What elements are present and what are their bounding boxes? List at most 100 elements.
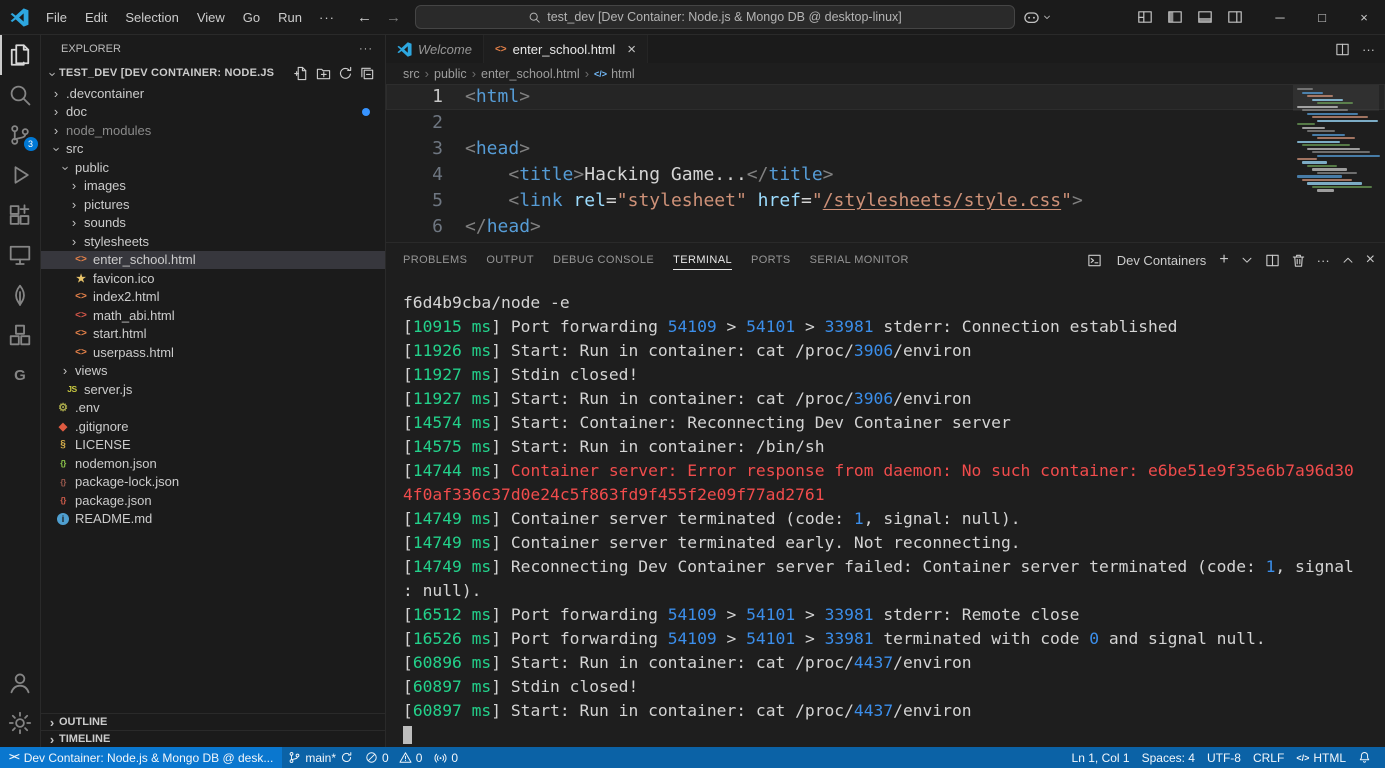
files-icon[interactable] — [0, 35, 41, 75]
tree-item-nodemon-json[interactable]: {}nodemon.json — [41, 454, 385, 473]
breadcrumb-public[interactable]: public — [434, 67, 467, 81]
forward-icon[interactable]: → — [386, 9, 401, 26]
collapse-all-icon[interactable] — [360, 66, 375, 81]
menu-edit[interactable]: Edit — [76, 0, 116, 34]
search-icon[interactable] — [0, 75, 41, 115]
terminal-dropdown-icon[interactable] — [1240, 253, 1254, 267]
tree-item-package-json[interactable]: {}package.json — [41, 491, 385, 510]
tree-item-start-html[interactable]: <>start.html — [41, 325, 385, 344]
status-bar: >< Dev Container: Node.js & Mongo DB @ d… — [0, 747, 1385, 768]
section-outline[interactable]: ›OUTLINE — [41, 713, 385, 730]
split-editor-icon[interactable] — [1335, 42, 1350, 57]
remote-indicator[interactable]: >< Dev Container: Node.js & Mongo DB @ d… — [0, 747, 282, 768]
terminal-text-segment: [ — [403, 653, 413, 672]
split-terminal-icon[interactable] — [1265, 253, 1280, 268]
panel-tab-problems[interactable]: PROBLEMS — [403, 243, 467, 277]
menu-selection[interactable]: Selection — [116, 0, 187, 34]
panel-tab-ports[interactable]: PORTS — [751, 243, 791, 277]
section-timeline[interactable]: ›TIMELINE — [41, 730, 385, 747]
extensions-icon[interactable] — [0, 195, 41, 235]
terminal[interactable]: f6d4b9cba/node -e[10915 ms] Port forward… — [386, 277, 1385, 747]
tree-item-readme-md[interactable]: iREADME.md — [41, 510, 385, 529]
menu-run[interactable]: Run — [269, 0, 311, 34]
tree-item-src[interactable]: ›src — [41, 140, 385, 159]
panel-tab-serial-monitor[interactable]: SERIAL MONITOR — [810, 243, 909, 277]
breadcrumb-src[interactable]: src — [403, 67, 420, 81]
tree-item-math-abi-html[interactable]: <>math_abi.html — [41, 306, 385, 325]
cursor-position[interactable]: Ln 1, Col 1 — [1066, 747, 1136, 768]
tree-item-doc[interactable]: ›doc — [41, 103, 385, 122]
close-window-button[interactable]: × — [1343, 0, 1385, 34]
panel-tab-terminal[interactable]: TERMINAL — [673, 243, 732, 277]
terminal-profile-label[interactable]: Dev Containers — [1117, 253, 1207, 268]
close-panel-icon[interactable]: × — [1366, 251, 1375, 269]
branch-status[interactable]: main* — [282, 747, 359, 768]
tree-item-node-modules[interactable]: ›node_modules — [41, 121, 385, 140]
customize-layout-icon[interactable] — [1137, 9, 1153, 25]
tree-item-pictures[interactable]: ›pictures — [41, 195, 385, 214]
copilot-menu[interactable] — [1023, 9, 1052, 26]
menu-overflow-icon[interactable]: ··· — [311, 10, 343, 25]
toggle-panel-icon[interactable] — [1197, 9, 1213, 25]
sidebar-more-icon[interactable]: ··· — [359, 43, 373, 55]
new-folder-icon[interactable] — [316, 66, 331, 81]
tree-item-public[interactable]: ›public — [41, 158, 385, 177]
panel-tab-output[interactable]: OUTPUT — [486, 243, 534, 277]
toggle-sidebar-icon[interactable] — [1167, 9, 1183, 25]
new-terminal-icon[interactable]: + — [1219, 251, 1228, 269]
containers-icon[interactable] — [0, 315, 41, 355]
settings-icon[interactable] — [0, 703, 41, 743]
eol-status[interactable]: CRLF — [1247, 747, 1290, 768]
encoding-status[interactable]: UTF-8 — [1201, 747, 1247, 768]
explorer-section-header[interactable]: › TEST_DEV [DEV CONTAINER: NODE.JS & MON… — [41, 62, 385, 84]
run-debug-icon[interactable] — [0, 155, 41, 195]
tree-item-package-lock-json[interactable]: {}package-lock.json — [41, 473, 385, 492]
maximize-button[interactable]: □ — [1301, 0, 1343, 34]
tree-item-userpass-html[interactable]: <>userpass.html — [41, 343, 385, 362]
notifications-status[interactable] — [1352, 747, 1377, 768]
refresh-icon[interactable] — [338, 66, 353, 81]
command-center[interactable]: test_dev [Dev Container: Node.js & Mongo… — [415, 5, 1015, 29]
maximize-panel-icon[interactable] — [1341, 253, 1355, 267]
source-control-icon[interactable]: 3 — [0, 115, 41, 155]
account-icon[interactable] — [0, 663, 41, 703]
tree-item-views[interactable]: ›views — [41, 362, 385, 381]
breadcrumb-enter-school-html[interactable]: enter_school.html — [481, 67, 580, 81]
remote-explorer-icon[interactable] — [0, 235, 41, 275]
menu-view[interactable]: View — [188, 0, 234, 34]
code-editor[interactable]: 1<html>23<head>4 <title>Hacking Game...<… — [386, 84, 1385, 240]
kill-terminal-icon[interactable] — [1291, 253, 1306, 268]
panel-tab-debug-console[interactable]: DEBUG CONSOLE — [553, 243, 654, 277]
tree-item-license[interactable]: §LICENSE — [41, 436, 385, 455]
mongodb-icon[interactable] — [0, 275, 41, 315]
tree-item-devcontainer[interactable]: ›.devcontainer — [41, 84, 385, 103]
problems-status[interactable]: 0 0 — [359, 747, 428, 768]
breadcrumb-html[interactable]: </>html — [594, 67, 635, 81]
menu-go[interactable]: Go — [234, 0, 269, 34]
tree-item-stylesheets[interactable]: ›stylesheets — [41, 232, 385, 251]
indentation-status[interactable]: Spaces: 4 — [1136, 747, 1201, 768]
command-center-text: test_dev [Dev Container: Node.js & Mongo… — [547, 10, 902, 24]
new-file-icon[interactable] — [294, 66, 309, 81]
tab-welcome[interactable]: Welcome — [386, 35, 484, 63]
tree-item-sounds[interactable]: ›sounds — [41, 214, 385, 233]
tree-item-enter-school-html[interactable]: <>enter_school.html — [41, 251, 385, 270]
tree-item-favicon-ico[interactable]: ★favicon.ico — [41, 269, 385, 288]
gitlens-icon[interactable]: G — [0, 355, 41, 395]
more-actions-icon[interactable]: ··· — [1362, 42, 1375, 57]
minimap[interactable] — [1297, 87, 1375, 193]
tree-item-env[interactable]: ⚙.env — [41, 399, 385, 418]
toggle-secondary-sidebar-icon[interactable] — [1227, 9, 1243, 25]
language-status[interactable]: </> HTML — [1290, 747, 1352, 768]
tree-item-images[interactable]: ›images — [41, 177, 385, 196]
minimize-button[interactable]: ─ — [1259, 0, 1301, 34]
panel-more-icon[interactable]: ··· — [1317, 253, 1330, 268]
tree-item-server-js[interactable]: JSserver.js — [41, 380, 385, 399]
tree-item-gitignore[interactable]: ◆.gitignore — [41, 417, 385, 436]
back-icon[interactable]: ← — [357, 9, 372, 26]
menu-file[interactable]: File — [37, 0, 76, 34]
close-tab-icon[interactable]: × — [627, 41, 636, 58]
ports-status[interactable]: 0 — [428, 747, 464, 768]
tab-enter-school-html[interactable]: <>enter_school.html× — [484, 35, 648, 63]
tree-item-index2-html[interactable]: <>index2.html — [41, 288, 385, 307]
